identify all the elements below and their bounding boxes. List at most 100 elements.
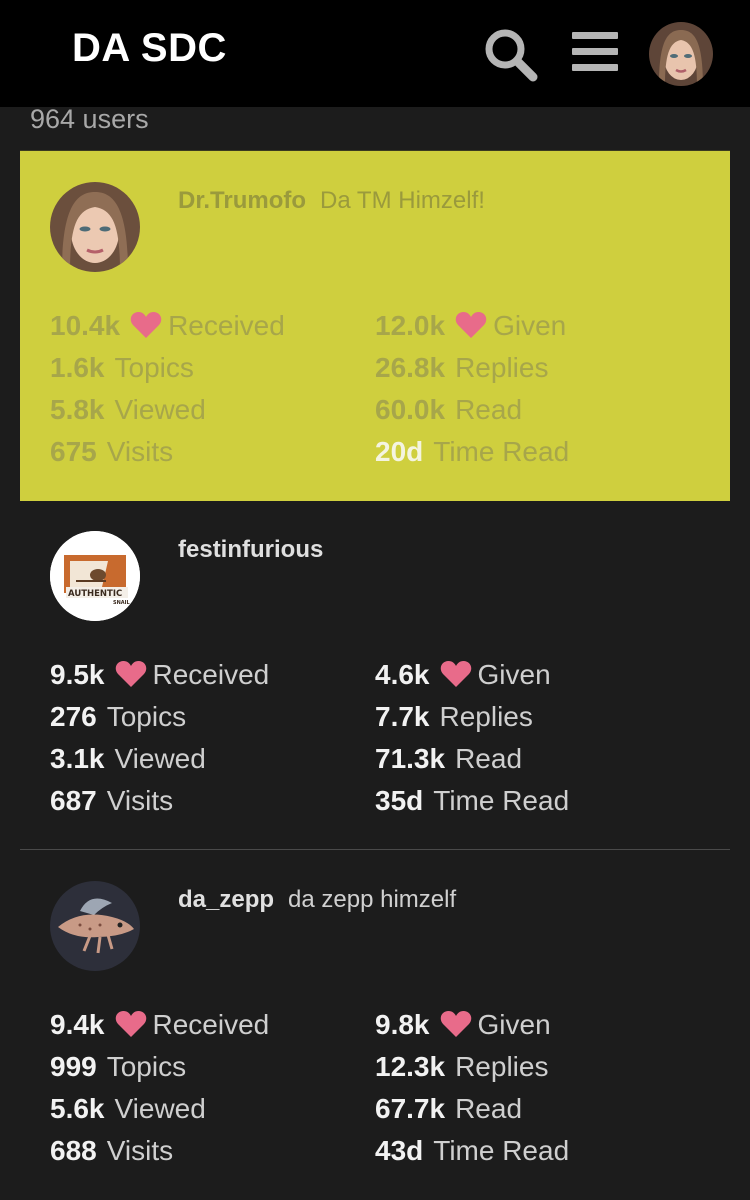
stat-value: 60.0k <box>375 394 446 425</box>
user-avatar-photo <box>50 182 140 272</box>
stat-visits: 687 Visits <box>50 781 173 821</box>
stat-label: Given <box>493 310 567 341</box>
user-card: Dr.Trumofo Da TM Himzelf! 10.4k Received 1… <box>20 150 730 501</box>
stat-viewed: 3.1k Viewed <box>50 739 206 779</box>
stat-value: 26.8k <box>375 352 446 383</box>
stat-label: Viewed <box>114 743 206 774</box>
stat-label: Received <box>168 310 285 341</box>
stat-value: 71.3k <box>375 743 446 774</box>
username[interactable]: Dr.Trumofo <box>178 187 306 214</box>
name-row: Dr.Trumofo Da TM Himzelf! <box>178 187 485 215</box>
stat-value: 12.0k <box>375 310 446 341</box>
stat-time-read: 20d Time Read <box>375 432 569 472</box>
current-user-avatar[interactable] <box>649 22 713 86</box>
stat-likes-received: 10.4k Received <box>50 306 285 346</box>
svg-text:SNAIL: SNAIL <box>113 600 131 606</box>
stat-value: 43d <box>375 1135 424 1166</box>
stat-value: 4.6k <box>375 659 430 690</box>
stat-value: 35d <box>375 785 424 816</box>
user-avatar[interactable] <box>50 182 140 272</box>
stat-label: Time Read <box>433 436 570 467</box>
stat-replies: 12.3k Replies <box>375 1047 548 1087</box>
stat-read: 71.3k Read <box>375 739 522 779</box>
stat-label: Received <box>152 659 270 690</box>
stat-label: Given <box>477 1009 551 1040</box>
heart-icon <box>440 661 471 687</box>
user-stats: 10.4k Received 12.0k Given 1.6k Topics 26.8… <box>50 306 730 476</box>
user-avatar[interactable]: AUTHENTIC SNAIL <box>50 531 140 621</box>
stat-value: 688 <box>50 1135 97 1166</box>
user-stats: 9.5k Received 4.6k Given 276 Topics 7.7k Rep… <box>50 655 730 825</box>
stat-visits: 688 Visits <box>50 1131 173 1171</box>
stat-label: Viewed <box>114 394 206 425</box>
stat-value: 67.7k <box>375 1093 446 1124</box>
stat-value: 5.8k <box>50 394 105 425</box>
stat-label: Time Read <box>433 1135 570 1166</box>
stat-label: Given <box>477 659 551 690</box>
name-row: festinfurious <box>178 536 337 564</box>
username[interactable]: festinfurious <box>178 536 323 563</box>
fish-photo-avatar <box>50 881 140 971</box>
stat-label: Time Read <box>433 785 570 816</box>
stat-value: 12.3k <box>375 1051 446 1082</box>
stat-value: 999 <box>50 1051 97 1082</box>
stat-likes-given: 12.0k Given <box>375 306 566 346</box>
user-stats: 9.4k Received 9.8k Given 999 Topics 12.3k Re… <box>50 1005 730 1175</box>
heart-icon <box>115 1011 146 1037</box>
stat-label: Read <box>455 394 523 425</box>
stat-value: 9.5k <box>50 659 105 690</box>
stat-likes-received: 9.4k Received <box>50 1005 269 1045</box>
stat-likes-given: 4.6k Given <box>375 655 551 695</box>
stat-value: 20d <box>375 436 424 467</box>
heart-icon <box>130 312 162 338</box>
authentic-snail-logo: AUTHENTIC SNAIL <box>50 531 140 621</box>
username[interactable]: da_zepp <box>178 886 274 913</box>
user-avatar-photo <box>649 22 713 86</box>
stat-label: Read <box>455 743 523 774</box>
stat-time-read: 43d Time Read <box>375 1131 569 1171</box>
user-title: Da TM Himzelf! <box>320 187 485 214</box>
stat-viewed: 5.6k Viewed <box>50 1089 206 1129</box>
stat-viewed: 5.8k Viewed <box>50 390 206 430</box>
stat-value: 276 <box>50 701 97 732</box>
user-card: da_zepp da zepp himzelf 9.4k Received 9.8k… <box>20 850 730 1200</box>
stat-label: Viewed <box>114 1093 206 1124</box>
stat-label: Replies <box>439 701 533 732</box>
site-title[interactable]: DA SDC <box>72 26 227 71</box>
stat-value: 5.6k <box>50 1093 105 1124</box>
stat-value: 10.4k <box>50 310 121 341</box>
stat-topics: 999 Topics <box>50 1047 186 1087</box>
stat-label: Topics <box>114 352 194 383</box>
stat-value: 1.6k <box>50 352 105 383</box>
svg-text:AUTHENTIC: AUTHENTIC <box>68 589 122 599</box>
stat-visits: 675 Visits <box>50 432 173 472</box>
stat-label: Received <box>152 1009 270 1040</box>
name-row: da_zepp da zepp himzelf <box>178 886 456 914</box>
stat-label: Replies <box>455 1051 549 1082</box>
stat-value: 7.7k <box>375 701 430 732</box>
stat-topics: 1.6k Topics <box>50 348 194 388</box>
user-card: AUTHENTIC SNAIL festinfurious 9.5k Receiv… <box>20 500 730 850</box>
site-header: DA SDC <box>0 0 750 107</box>
user-title: da zepp himzelf <box>288 886 457 913</box>
stat-value: 675 <box>50 436 97 467</box>
stat-value: 9.4k <box>50 1009 105 1040</box>
search-button[interactable] <box>482 26 540 84</box>
hamburger-menu-button[interactable] <box>570 28 620 78</box>
stat-likes-received: 9.5k Received <box>50 655 269 695</box>
stat-time-read: 35d Time Read <box>375 781 569 821</box>
hamburger-menu-icon <box>572 32 618 71</box>
stat-label: Visits <box>106 436 174 467</box>
stat-value: 3.1k <box>50 743 105 774</box>
stat-label: Read <box>455 1093 523 1124</box>
stat-likes-given: 9.8k Given <box>375 1005 551 1045</box>
stat-label: Visits <box>106 785 174 816</box>
stat-value: 687 <box>50 785 97 816</box>
stat-replies: 7.7k Replies <box>375 697 533 737</box>
user-avatar[interactable] <box>50 881 140 971</box>
heart-icon <box>115 661 146 687</box>
stat-label: Topics <box>106 701 187 732</box>
stat-label: Topics <box>106 1051 187 1082</box>
heart-icon <box>455 312 487 338</box>
search-icon <box>485 29 538 82</box>
